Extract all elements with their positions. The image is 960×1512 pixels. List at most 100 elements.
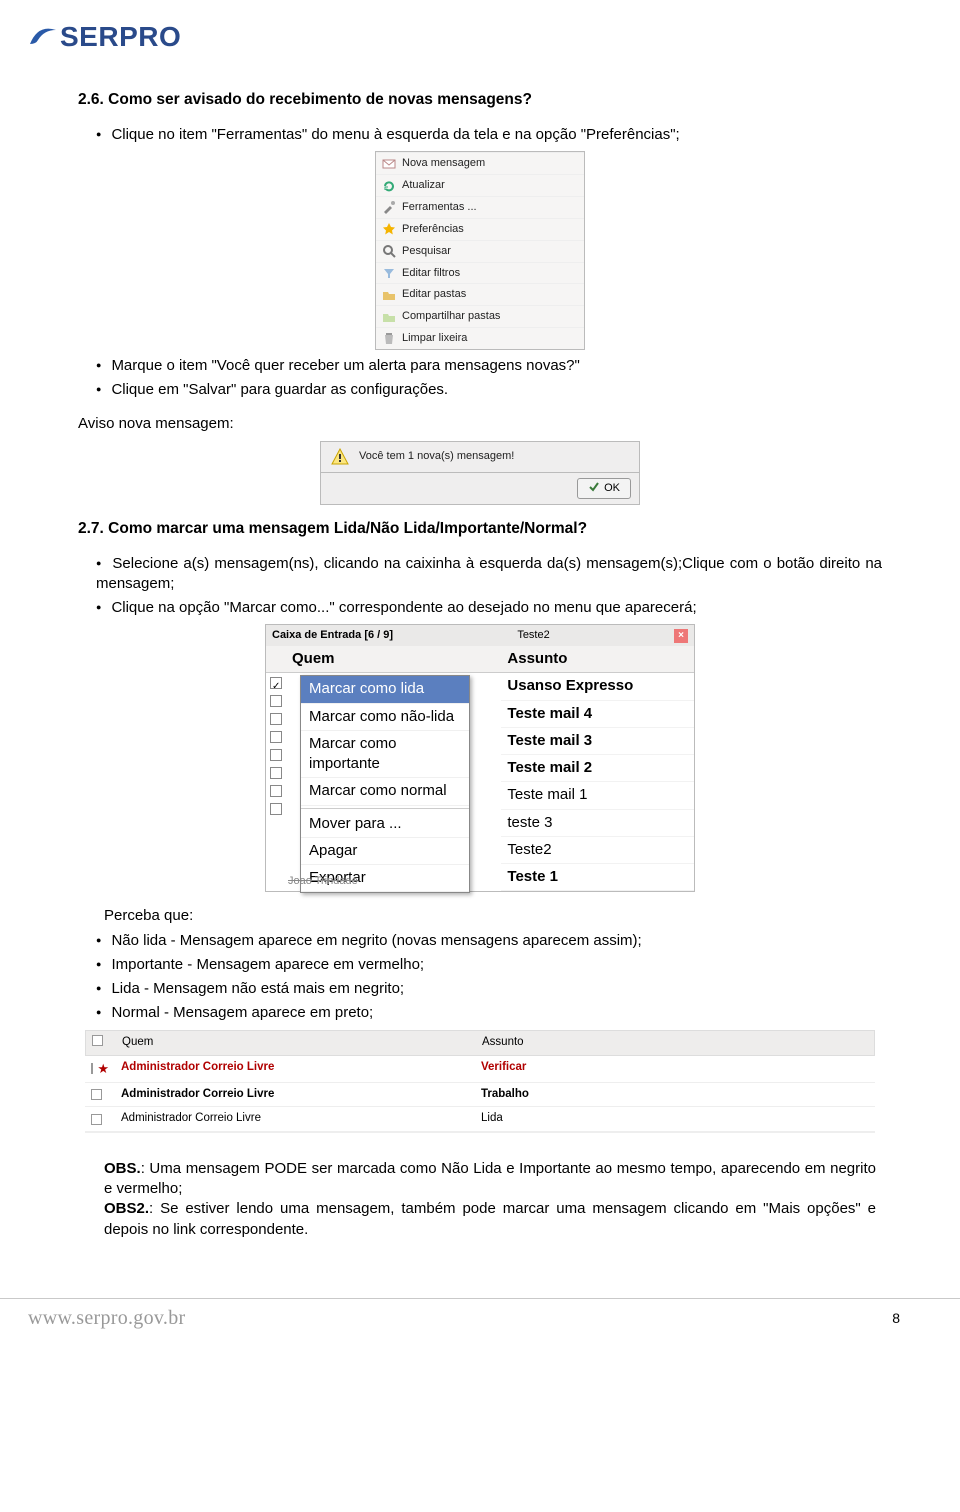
subject-row[interactable]: Usanso Expresso xyxy=(501,673,694,700)
row-checkbox[interactable] xyxy=(270,713,282,725)
menu-item-label: Nova mensagem xyxy=(402,156,485,171)
important-star-icon: ★ xyxy=(97,1060,109,1078)
refresh-icon xyxy=(382,179,396,193)
row-checkbox[interactable] xyxy=(270,785,282,797)
column-header-quem: Quem xyxy=(266,646,501,672)
menu-item-ferramentas[interactable]: Ferramentas ... xyxy=(376,196,584,218)
menu-item-label: Pesquisar xyxy=(402,244,451,259)
menu-item-label: Ferramentas ... xyxy=(402,200,477,215)
bullet-clique-marcar-como: Clique na opção "Marcar como..." corresp… xyxy=(96,598,882,618)
subject-row[interactable]: Teste mail 1 xyxy=(501,782,694,809)
filter-icon xyxy=(382,266,396,280)
page-number: 8 xyxy=(892,1309,900,1328)
row-checkbox[interactable] xyxy=(270,767,282,779)
menu-item-label: Preferências xyxy=(402,222,464,237)
sender-joao-trindade: Joao Trindade xyxy=(288,874,358,889)
alert-text: Você tem 1 nova(s) mensagem! xyxy=(359,449,514,464)
bullet-selecione-mensagem: Selecione a(s) mensagem(ns), clicando na… xyxy=(96,554,882,595)
bullet-ferramentas-preferencias: Clique no item "Ferramentas" do menu à e… xyxy=(96,125,882,145)
context-menu-marcar-normal[interactable]: Marcar como normal xyxy=(301,778,469,805)
tools-icon xyxy=(382,200,396,214)
figure-alert-dialog: Você tem 1 nova(s) mensagem! OK xyxy=(320,441,640,505)
bullet-clique-salvar: Clique em "Salvar" para guardar as confi… xyxy=(96,380,882,400)
perceba-que: Perceba que: xyxy=(104,906,882,926)
subject-row[interactable]: teste 3 xyxy=(501,810,694,837)
checkbox-column xyxy=(270,673,282,821)
obs-block: OBS.: Uma mensagem PODE ser marcada como… xyxy=(104,1159,882,1240)
inbox-title: Caixa de Entrada [6 / 9] xyxy=(272,628,393,643)
ok-button-label: OK xyxy=(604,482,620,494)
subject-row[interactable]: Teste 1 xyxy=(501,864,694,891)
figure-message-table: Quem Assunto ★ Administrador Correio Liv… xyxy=(85,1030,875,1133)
trash-icon xyxy=(382,331,396,345)
bullet-lida: Lida - Mensagem não está mais em negrito… xyxy=(96,979,882,999)
table-row[interactable]: Administrador Correio Livre Trabalho xyxy=(85,1083,875,1108)
cell-quem: Administrador Correio Livre xyxy=(115,1109,475,1129)
page-footer: www.serpro.gov.br 8 xyxy=(0,1298,960,1338)
context-menu-marcar-importante[interactable]: Marcar como importante xyxy=(301,731,469,779)
menu-item-preferencias[interactable]: Preferências xyxy=(376,218,584,240)
bullet-importante: Importante - Mensagem aparece em vermelh… xyxy=(96,955,882,975)
menu-item-nova-mensagem[interactable]: Nova mensagem xyxy=(376,152,584,174)
page-header: SERPRO xyxy=(0,0,960,66)
row-checkbox[interactable] xyxy=(270,749,282,761)
inbox-subject-right: Teste2 xyxy=(517,628,549,643)
menu-item-pesquisar[interactable]: Pesquisar xyxy=(376,240,584,262)
table-header-quem: Quem xyxy=(116,1031,476,1056)
row-checkbox[interactable] xyxy=(91,1063,93,1074)
menu-item-limpar-lixeira[interactable]: Limpar lixeira xyxy=(376,327,584,349)
menu-item-editar-filtros[interactable]: Editar filtros xyxy=(376,262,584,284)
row-checkbox[interactable] xyxy=(270,731,282,743)
menu-item-label: Editar filtros xyxy=(402,266,460,281)
cell-assunto: Lida xyxy=(475,1109,875,1129)
menu-item-label: Limpar lixeira xyxy=(402,331,467,346)
row-checkbox[interactable] xyxy=(91,1089,102,1100)
context-menu-marcar-nao-lida[interactable]: Marcar como não-lida xyxy=(301,704,469,731)
figure-ferramentas-menu: Nova mensagem Atualizar Ferramentas ... … xyxy=(375,151,585,350)
menu-item-label: Atualizar xyxy=(402,178,445,193)
obs2-text: : Se estiver lendo uma mensagem, também … xyxy=(104,1200,876,1237)
row-checkbox[interactable] xyxy=(91,1114,102,1125)
figure-inbox-context-menu: Caixa de Entrada [6 / 9] Teste2 × Quem A… xyxy=(265,624,695,892)
context-menu: Marcar como lida Marcar como não-lida Ma… xyxy=(300,675,470,893)
search-icon xyxy=(382,244,396,258)
section-2-6-title: 2.6. Como ser avisado do recebimento de … xyxy=(78,90,882,111)
bullet-nao-lida: Não lida - Mensagem aparece em negrito (… xyxy=(96,931,882,951)
context-menu-marcar-lida[interactable]: Marcar como lida xyxy=(301,676,469,703)
table-row[interactable]: Administrador Correio Livre Lida xyxy=(85,1107,875,1132)
subject-column: Usanso Expresso Teste mail 4 Teste mail … xyxy=(501,673,694,891)
subject-row[interactable]: Teste mail 3 xyxy=(501,728,694,755)
section-2-7-title: 2.7. Como marcar uma mensagem Lida/Não L… xyxy=(78,519,882,540)
column-header-assunto: Assunto xyxy=(501,646,694,672)
cell-assunto: Verificar xyxy=(475,1058,875,1080)
new-message-icon xyxy=(382,157,396,171)
table-row[interactable]: ★ Administrador Correio Livre Verificar xyxy=(85,1056,875,1083)
subject-row[interactable]: Teste mail 4 xyxy=(501,701,694,728)
ok-button[interactable]: OK xyxy=(577,478,631,499)
menu-item-compartilhar-pastas[interactable]: Compartilhar pastas xyxy=(376,305,584,327)
folder-icon xyxy=(382,288,396,302)
subject-row[interactable]: Teste2 xyxy=(501,837,694,864)
context-menu-apagar[interactable]: Apagar xyxy=(301,838,469,865)
star-icon xyxy=(382,222,396,236)
subject-row[interactable]: Teste mail 2 xyxy=(501,755,694,782)
serpro-logo: SERPRO xyxy=(28,18,181,56)
bullet-marque-alerta: Marque o item "Você quer receber um aler… xyxy=(96,356,882,376)
menu-item-editar-pastas[interactable]: Editar pastas xyxy=(376,283,584,305)
bullet-normal: Normal - Mensagem aparece em preto; xyxy=(96,1003,882,1023)
menu-item-label: Compartilhar pastas xyxy=(402,309,500,324)
aviso-nova-mensagem-label: Aviso nova mensagem: xyxy=(78,414,882,434)
obs1-label: OBS. xyxy=(104,1160,141,1177)
context-menu-mover-para[interactable]: Mover para ... xyxy=(301,811,469,838)
row-checkbox[interactable] xyxy=(270,803,282,815)
menu-item-atualizar[interactable]: Atualizar xyxy=(376,174,584,196)
close-icon[interactable]: × xyxy=(674,629,688,643)
cell-quem: Administrador Correio Livre xyxy=(115,1058,475,1080)
obs2-label: OBS2. xyxy=(104,1200,149,1217)
table-header-assunto: Assunto xyxy=(476,1031,874,1056)
row-checkbox[interactable] xyxy=(270,695,282,707)
row-checkbox[interactable] xyxy=(270,677,282,689)
obs1-text: : Uma mensagem PODE ser marcada como Não… xyxy=(104,1160,876,1197)
header-checkbox[interactable] xyxy=(92,1035,103,1046)
serpro-logo-text: SERPRO xyxy=(60,18,181,56)
